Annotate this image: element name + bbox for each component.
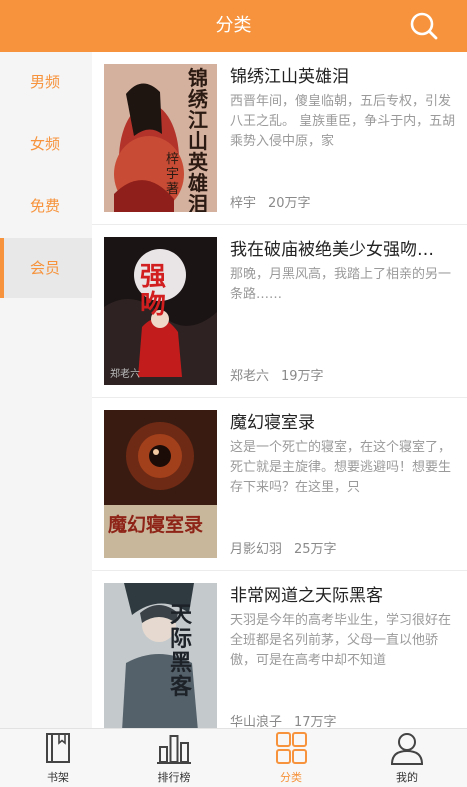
cover-author-text: 郑老六: [110, 369, 140, 380]
book-description: 那晚，月黑风高，我踏上了相亲的另一条路……: [230, 267, 452, 302]
bottom-tab-bar: 书架 排行榜 分类 我的: [0, 728, 467, 787]
cover-title-text: 锦绣江山英雄泪: [188, 66, 208, 213]
tab-label: 我的: [396, 771, 418, 784]
list-item[interactable]: 强吻 郑老六 我在破庙被绝美少女强吻… 那晚，月黑风高，我踏上了相亲的另一条路……: [92, 225, 467, 398]
book-word-count: 19万字: [281, 369, 324, 384]
cover-title-text: 天际黑客: [170, 602, 193, 700]
category-icon: [276, 732, 307, 764]
book-meta: 梓宇 20万字: [230, 192, 311, 211]
sidebar-item-label: 女频: [30, 135, 61, 153]
app-header: 分类: [0, 0, 467, 52]
book-word-count: 20万字: [268, 196, 311, 211]
book-cover: 天际黑客: [104, 583, 217, 728]
sidebar-item-label: 会员: [30, 259, 61, 277]
book-author: 华山浪子: [230, 715, 283, 728]
list-item[interactable]: 天际黑客 非常网道之天际黑客 天羽是今年的高考毕业生，学习很好在全班都是名列前茅…: [92, 571, 467, 728]
book-meta: 月影幻羽 25万字: [230, 538, 337, 557]
cover-title-text: 魔幻寝室录: [108, 514, 204, 536]
ranking-icon: [157, 735, 191, 764]
cover-author-text: 梓宇 著: [166, 152, 180, 197]
sidebar-item-vip[interactable]: 会员: [0, 238, 92, 298]
sidebar-item-male[interactable]: 男频: [0, 52, 92, 112]
search-icon: [410, 12, 438, 40]
category-sidebar: 男频 女频 免费 会员: [0, 52, 92, 728]
book-description: 天羽是今年的高考毕业生，学习很好在全班都是名列前茅，父母一直以他骄傲，可是在高考…: [230, 613, 452, 668]
book-title: 我在破庙被绝美少女强吻…: [230, 240, 434, 260]
book-author: 梓宇: [230, 196, 257, 211]
sidebar-item-label: 免费: [30, 197, 61, 215]
tab-label: 书架: [47, 771, 69, 784]
book-list: 锦绣江山英雄泪 梓宇 著 锦绣江山英雄泪 西晋年间，傻皇临朝，五后专权，引发八王…: [92, 52, 467, 728]
sidebar-item-female[interactable]: 女频: [0, 114, 92, 174]
sidebar-item-free[interactable]: 免费: [0, 176, 92, 236]
tab-bookshelf[interactable]: 书架: [0, 729, 116, 787]
tab-label: 排行榜: [157, 771, 191, 784]
book-author: 月影幻羽: [230, 542, 283, 557]
tab-ranking[interactable]: 排行榜: [116, 729, 232, 787]
book-title: 非常网道之天际黑客: [230, 586, 383, 606]
profile-icon: [390, 733, 424, 765]
tab-label: 分类: [280, 771, 302, 784]
book-title: 魔幻寝室录: [230, 413, 315, 433]
book-title: 锦绣江山英雄泪: [230, 67, 349, 87]
book-cover: 锦绣江山英雄泪 梓宇 著: [104, 64, 217, 212]
book-word-count: 25万字: [294, 542, 337, 557]
book-author: 郑老六: [230, 369, 270, 384]
book-word-count: 17万字: [294, 715, 337, 728]
search-button[interactable]: [404, 8, 444, 44]
list-item[interactable]: 魔幻寝室录 魔幻寝室录 这是一个死亡的寝室，在这个寝室了，死亡就是主旋律。想要逃…: [92, 398, 467, 571]
book-description: 西晋年间，傻皇临朝，五后专权，引发八王之乱。 皇族重臣，争斗于内，五胡乘势入侵中…: [230, 94, 456, 149]
cover-title-text: 强吻: [140, 262, 167, 320]
page-title: 分类: [215, 15, 252, 36]
sidebar-item-label: 男频: [30, 73, 61, 91]
list-item[interactable]: 锦绣江山英雄泪 梓宇 著 锦绣江山英雄泪 西晋年间，傻皇临朝，五后专权，引发八王…: [92, 52, 467, 225]
book-cover: 强吻 郑老六: [104, 237, 217, 385]
tab-category[interactable]: 分类: [233, 729, 349, 787]
tab-profile[interactable]: 我的: [349, 729, 465, 787]
book-meta: 华山浪子 17万字: [230, 711, 337, 728]
book-meta: 郑老六 19万字: [230, 365, 324, 384]
book-description: 这是一个死亡的寝室，在这个寝室了，死亡就是主旋律。想要逃避吗！想要生存下来吗？在…: [230, 440, 452, 495]
bookshelf-icon: [46, 733, 70, 763]
book-cover: 魔幻寝室录: [104, 410, 217, 558]
